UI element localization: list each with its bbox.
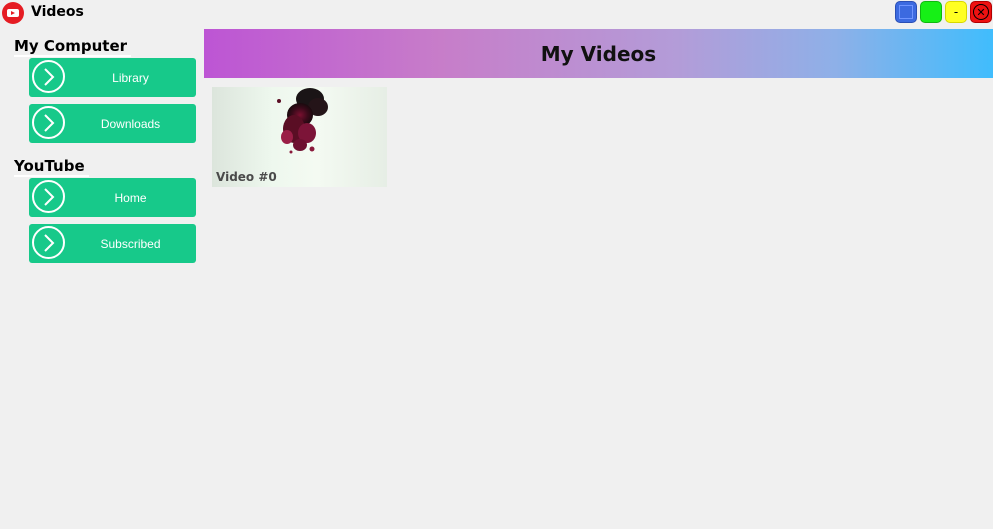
section-title-youtube: YouTube <box>14 157 89 177</box>
page-title: My Videos <box>540 41 657 66</box>
restore-button[interactable] <box>895 1 917 23</box>
video-card[interactable]: Video #0 <box>212 87 387 187</box>
youtube-logo-icon <box>2 2 24 24</box>
video-title: Video #0 <box>216 170 277 184</box>
sidebar-item-label: Downloads <box>100 116 161 131</box>
chevron-right-icon <box>32 226 65 259</box>
sidebar-item-downloads[interactable]: Downloads <box>29 104 196 143</box>
maximize-button[interactable] <box>920 1 942 23</box>
sidebar-item-home[interactable]: Home <box>29 178 196 217</box>
sidebar-item-label: Library <box>112 70 149 85</box>
minimize-button[interactable]: - <box>945 1 967 23</box>
sidebar-item-label: Home <box>114 190 147 205</box>
sidebar-item-label: Subscribed <box>100 236 161 251</box>
chevron-right-icon <box>32 106 65 139</box>
title-bar: Videos - ✕ <box>0 0 993 27</box>
page-header: My Videos <box>204 29 993 78</box>
sidebar-item-library[interactable]: Library <box>29 58 196 97</box>
restore-icon <box>899 5 913 19</box>
chevron-right-icon <box>32 60 65 93</box>
sidebar-item-subscribed[interactable]: Subscribed <box>29 224 196 263</box>
section-title-my-computer: My Computer <box>14 37 132 57</box>
window-title: Videos <box>31 4 84 20</box>
close-button[interactable]: ✕ <box>970 1 992 23</box>
close-icon: ✕ <box>973 4 989 20</box>
chevron-right-icon <box>32 180 65 213</box>
